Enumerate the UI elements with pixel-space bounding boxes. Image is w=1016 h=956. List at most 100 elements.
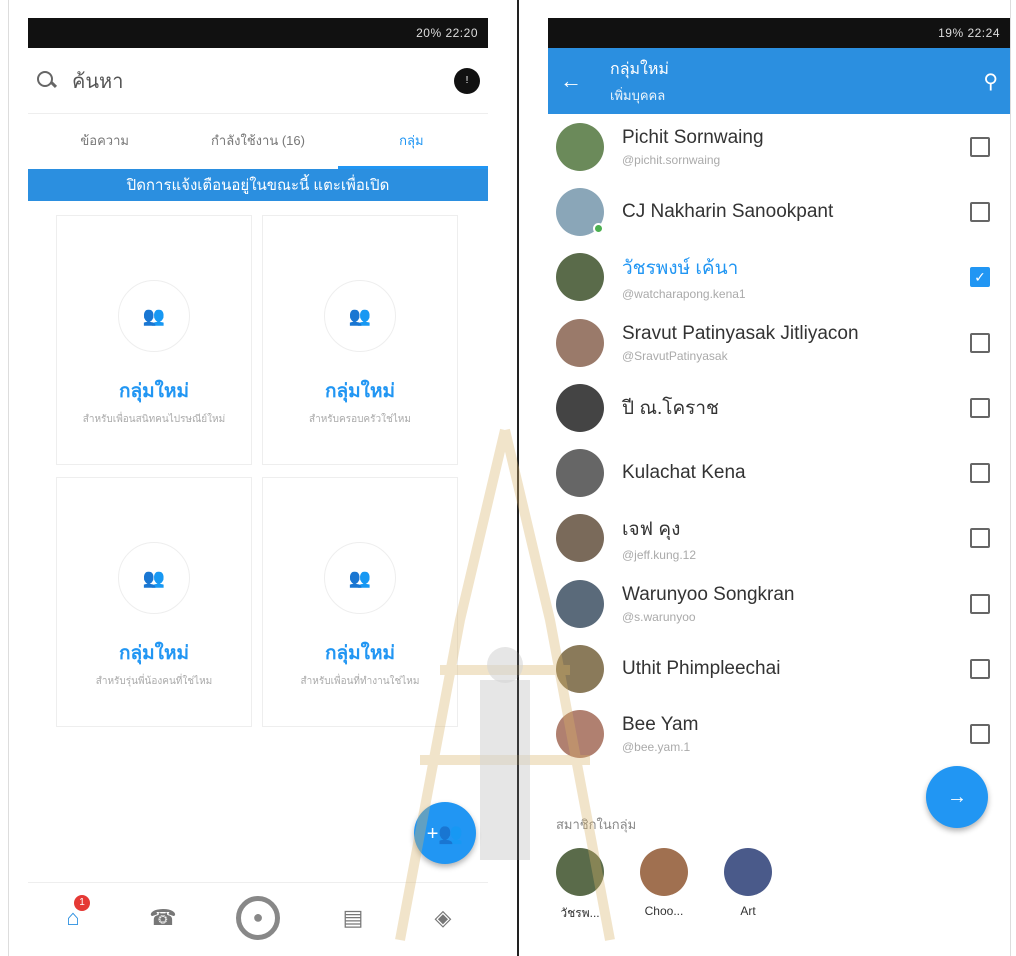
group-icon: 👥 [324, 542, 396, 614]
contact-info: Warunyoo Songkran @s.warunyoo [622, 584, 970, 624]
card-subtitle: สำหรับเพื่อนสนิทคนไปรษณีย์ใหม่ [82, 414, 226, 425]
new-group-card[interactable]: 👥 กลุ่มใหม่ สำหรับเพื่อนที่ทำงานใช่ไหม [262, 477, 458, 727]
member-label: วัชรพ... [560, 906, 600, 920]
contact-info: Kulachat Kena [622, 462, 970, 484]
contact-row[interactable]: CJ Nakharin Sanookpant [548, 179, 1010, 244]
search-input[interactable]: ค้นหา [72, 65, 454, 97]
select-checkbox[interactable] [970, 659, 990, 680]
page-title: กลุ่มใหม่ [610, 60, 669, 78]
create-group-fab[interactable]: +👥 [414, 802, 476, 864]
contact-name: ปี ณ.โคราช [622, 397, 719, 419]
member-chip[interactable]: Choo... [634, 848, 694, 918]
card-title: กลุ่มใหม่ [325, 643, 395, 664]
contact-list: Pichit Sornwaing @pichit.sornwaing CJ Nakh… [548, 114, 1010, 767]
contact-handle: @pichit.sornwaing [622, 152, 721, 167]
card-subtitle: สำหรับครอบครัวใช่ไหม [308, 414, 411, 425]
profile-avatar[interactable]: ! [454, 67, 480, 94]
status-bar: 19% 22:24 [548, 18, 1010, 48]
back-arrow-icon[interactable]: ← [560, 68, 610, 94]
new-group-card[interactable]: 👥 กลุ่มใหม่ สำหรับรุ่นพี่น้องคนที่ใช่ไหม [56, 477, 252, 727]
select-checkbox[interactable] [970, 397, 990, 418]
contact-info: Pichit Sornwaing @pichit.sornwaing [622, 127, 970, 167]
status-text: 19% 22:24 [938, 26, 1000, 40]
select-checkbox[interactable] [970, 593, 990, 614]
avatar [556, 514, 604, 563]
tab-messages[interactable]: ข้อความ [28, 130, 181, 151]
avatar [556, 187, 604, 236]
contact-row[interactable]: Kulachat Kena [548, 440, 1010, 505]
add-group-icon: +👥 [426, 822, 464, 845]
home-icon[interactable]: ⌂ 1 [56, 894, 90, 935]
contact-name: Uthit Phimpleechai [622, 658, 781, 680]
group-members-section: สมาชิกในกลุ่ม วัชรพ... Choo... Art [548, 802, 1010, 952]
tab-groups[interactable]: กลุ่ม [335, 130, 488, 151]
app-bar: ← กลุ่มใหม่ เพิ่มบุคคล ⚲ [548, 48, 1010, 114]
right-screen: 19% 22:24 ← กลุ่มใหม่ เพิ่มบุคคล ⚲ Pichi… [548, 18, 1010, 952]
left-screen: 20% 22:20 ค้นหา ! ข้อความ กำลังใช้งาน (1… [28, 18, 488, 952]
search-icon[interactable] [36, 70, 58, 92]
contact-row[interactable]: ปี ณ.โคราช [548, 375, 1010, 440]
avatar [556, 122, 604, 171]
member-chip[interactable]: Art [718, 848, 778, 918]
select-checkbox[interactable] [970, 463, 990, 484]
contact-row[interactable]: Bee Yam @bee.yam.1 [548, 702, 1010, 767]
phone-icon[interactable]: ☎ [146, 901, 180, 935]
contact-handle: @jeff.kung.12 [622, 548, 697, 563]
contact-name: Warunyoo Songkran [622, 583, 795, 605]
right-border [1010, 0, 1011, 956]
contact-name: วัชรพงษ์ เค้นา [622, 258, 739, 280]
contact-row[interactable]: Sravut Patinyasak Jitliyacon @SravutPatin… [548, 310, 1010, 375]
contact-row[interactable]: เจฟ คุง @jeff.kung.12 [548, 506, 1010, 571]
select-checkbox[interactable] [970, 136, 990, 157]
contact-handle: @s.warunyoo [622, 609, 696, 624]
contact-handle: @SravutPatinyasak [622, 348, 728, 363]
contact-name: CJ Nakharin Sanookpant [622, 200, 834, 222]
select-checkbox[interactable]: ✓ [970, 267, 990, 288]
home-badge: 1 [74, 894, 90, 911]
avatar [556, 710, 604, 759]
notification-banner[interactable]: ปิดการแจ้งเตือนอยู่ในขณะนี้ แตะเพื่อเปิด [28, 169, 488, 201]
avatar [556, 318, 604, 367]
avatar [556, 848, 604, 896]
list-icon[interactable]: ▤ [336, 901, 370, 935]
avatar [556, 645, 604, 694]
group-icon: 👥 [118, 542, 190, 614]
new-group-card[interactable]: 👥 กลุ่มใหม่ สำหรับครอบครัวใช่ไหม [262, 215, 458, 465]
group-icon: 👥 [118, 280, 190, 352]
contact-row[interactable]: Pichit Sornwaing @pichit.sornwaing [548, 114, 1010, 179]
contact-name: Bee Yam [622, 714, 699, 736]
contact-handle: @watcharapong.kena1 [622, 287, 746, 302]
contact-info: Sravut Patinyasak Jitliyacon @SravutPatin… [622, 323, 970, 363]
search-bar[interactable]: ค้นหา ! [28, 48, 488, 114]
card-title: กลุ่มใหม่ [325, 381, 395, 402]
contact-name: Pichit Sornwaing [622, 126, 764, 148]
avatar [640, 848, 688, 896]
avatar [556, 449, 604, 498]
contact-name: เจฟ คุง [622, 519, 681, 541]
camera-icon[interactable]: ● [236, 895, 280, 940]
select-checkbox[interactable] [970, 332, 990, 353]
select-checkbox[interactable] [970, 201, 990, 222]
status-text: 20% 22:20 [416, 26, 478, 40]
screen-divider [517, 0, 519, 956]
contact-handle: @bee.yam.1 [622, 740, 691, 755]
contact-row[interactable]: วัชรพงษ์ เค้นา @watcharapong.kena1 ✓ [548, 245, 1010, 310]
tab-active[interactable]: กำลังใช้งาน (16) [181, 130, 334, 151]
left-border [8, 0, 9, 956]
avatar [724, 848, 772, 896]
member-chip[interactable]: วัชรพ... [550, 848, 610, 923]
contact-row[interactable]: Uthit Phimpleechai [548, 636, 1010, 701]
bottom-navigation: ⌂ 1 ☎ ● ▤ ◈ [28, 882, 488, 952]
select-checkbox[interactable] [970, 724, 990, 745]
contact-row[interactable]: Warunyoo Songkran @s.warunyoo [548, 571, 1010, 636]
new-group-card[interactable]: 👥 กลุ่มใหม่ สำหรับเพื่อนสนิทคนไปรษณีย์ให… [56, 215, 252, 465]
card-title: กลุ่มใหม่ [119, 381, 189, 402]
group-icon: 👥 [324, 280, 396, 352]
status-bar: 20% 22:20 [28, 18, 488, 48]
game-icon[interactable]: ◈ [426, 901, 460, 935]
contact-info: Uthit Phimpleechai [622, 658, 970, 680]
select-checkbox[interactable] [970, 528, 990, 549]
contact-info: วัชรพงษ์ เค้นา @watcharapong.kena1 [622, 253, 970, 301]
search-icon[interactable]: ⚲ [983, 69, 998, 94]
avatar [556, 383, 604, 432]
